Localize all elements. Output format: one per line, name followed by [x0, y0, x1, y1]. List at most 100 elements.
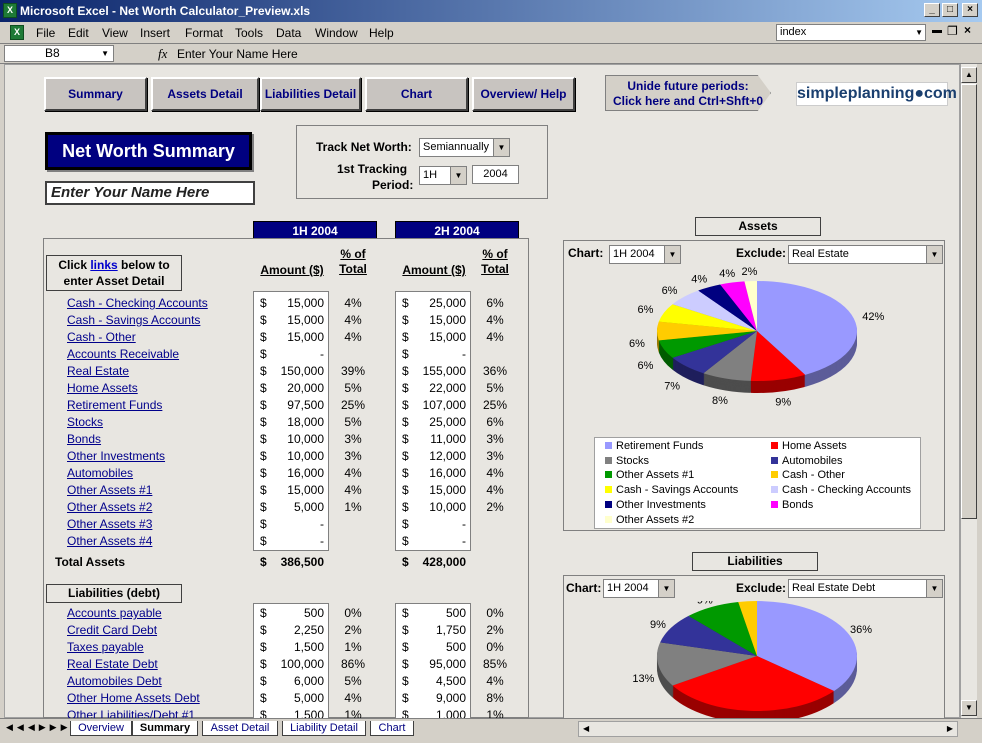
amount-1: 20,000: [287, 381, 324, 395]
dollar-sign: $: [260, 517, 267, 531]
row-label-link[interactable]: Real Estate: [67, 364, 129, 378]
legend-label: Stocks: [616, 454, 650, 467]
nav-assets-detail-button[interactable]: Assets Detail: [151, 77, 259, 111]
formula-input[interactable]: Enter Your Name Here: [177, 47, 298, 61]
pct-2: 0%: [486, 640, 504, 654]
row-label-link[interactable]: Other Investments: [67, 449, 165, 463]
name-input[interactable]: Enter Your Name Here: [45, 181, 255, 205]
track-frequency-select[interactable]: Semiannually ▼: [419, 138, 510, 157]
help-question-input[interactable]: index ▼: [776, 24, 926, 41]
scroll-down-button[interactable]: ▼: [961, 700, 977, 716]
workbook-icon[interactable]: X: [10, 25, 24, 40]
nav-liabilities-detail-button[interactable]: Liabilities Detail: [260, 77, 361, 111]
horizontal-scrollbar[interactable]: ◀ ▶: [578, 721, 958, 737]
tab-chart[interactable]: Chart: [370, 721, 414, 736]
pct-2: 85%: [482, 657, 508, 671]
chevron-down-icon[interactable]: ▼: [664, 246, 680, 263]
pct-2: 5%: [486, 381, 504, 395]
chevron-down-icon[interactable]: ▼: [926, 246, 942, 263]
row-label-link[interactable]: Other Assets #1: [67, 483, 152, 497]
name-box[interactable]: B8 ▼: [4, 45, 114, 62]
row-label-link[interactable]: Other Assets #3: [67, 517, 152, 531]
tab-overview[interactable]: Overview: [70, 721, 132, 736]
menu-edit[interactable]: Edit: [68, 26, 89, 40]
dollar-sign: $: [260, 364, 267, 378]
scroll-thumb[interactable]: [961, 84, 977, 519]
nav-summary-button[interactable]: Summary: [44, 77, 147, 111]
amount-1: 15,000: [287, 296, 324, 310]
row-label-link[interactable]: Accounts payable: [67, 606, 162, 620]
row-label-link[interactable]: Cash - Checking Accounts: [67, 296, 208, 310]
doc-minimize-button[interactable]: ▬: [932, 25, 942, 36]
first-period-value: 1H: [423, 169, 438, 181]
maximize-button[interactable]: □: [942, 3, 958, 17]
assets-chart-period-select[interactable]: 1H 2004 ▼: [609, 245, 681, 264]
row-label-link[interactable]: Cash - Other: [67, 330, 136, 344]
doc-restore-button[interactable]: ❐: [947, 24, 958, 38]
pct-1: 5%: [344, 415, 362, 429]
tab-summary[interactable]: Summary: [132, 721, 198, 736]
first-period-select[interactable]: 1H ▼: [419, 166, 467, 185]
chevron-down-icon[interactable]: ▼: [658, 580, 674, 597]
vertical-scrollbar[interactable]: ▲ ▼: [960, 64, 977, 718]
function-icon[interactable]: fx: [158, 46, 167, 62]
row-label-link[interactable]: Retirement Funds: [67, 398, 162, 412]
row-label-link[interactable]: Other Assets #4: [67, 534, 152, 548]
dollar-sign: $: [402, 674, 409, 688]
menu-format[interactable]: Format: [185, 26, 223, 40]
menu-help[interactable]: Help: [369, 26, 394, 40]
scroll-up-button[interactable]: ▲: [961, 67, 977, 83]
liab-exclude-select[interactable]: Real Estate Debt ▼: [788, 579, 943, 598]
unhide-periods-button[interactable]: Unide future periods: Click here and Ctr…: [605, 75, 771, 111]
doc-close-button[interactable]: ×: [964, 23, 971, 37]
chevron-down-icon[interactable]: ▼: [926, 580, 942, 597]
close-button[interactable]: ×: [962, 3, 978, 17]
menu-window[interactable]: Window: [315, 26, 358, 40]
scroll-left-icon[interactable]: ◀: [583, 724, 589, 733]
chevron-down-icon[interactable]: ▼: [450, 167, 466, 184]
assets-exclude-select[interactable]: Real Estate ▼: [788, 245, 943, 264]
dollar-sign: $: [402, 500, 409, 514]
row-label-link[interactable]: Credit Card Debt: [67, 623, 157, 637]
simpleplanning-logo[interactable]: simpleplanning●com: [796, 82, 957, 106]
pie-data-label: 8%: [712, 395, 728, 407]
tab-scroll-buttons[interactable]: ◀◀◀▶▶▶: [6, 722, 72, 733]
row-label-link[interactable]: Bonds: [67, 432, 101, 446]
menu-insert[interactable]: Insert: [140, 26, 170, 40]
menu-data[interactable]: Data: [276, 26, 301, 40]
amount-1: 15,000: [287, 483, 324, 497]
row-label-link[interactable]: Automobiles: [67, 466, 133, 480]
row-label-link[interactable]: Other Assets #2: [67, 500, 152, 514]
liabilities-pie-chart: 36%13%9%9%3%: [632, 601, 872, 719]
row-label-link[interactable]: Home Assets: [67, 381, 138, 395]
first-year-input[interactable]: 2004: [472, 165, 519, 184]
note-link[interactable]: links: [90, 258, 117, 272]
chevron-down-icon[interactable]: ▼: [493, 139, 509, 156]
nav-overview-help-button[interactable]: Overview/ Help: [472, 77, 575, 111]
menu-tools[interactable]: Tools: [235, 26, 263, 40]
chevron-down-icon[interactable]: ▼: [915, 25, 923, 40]
row-label-link[interactable]: Accounts Receivable: [67, 347, 179, 361]
row-label-link[interactable]: Cash - Savings Accounts: [67, 313, 200, 327]
pct-2: 2%: [486, 500, 504, 514]
chevron-down-icon[interactable]: ▼: [101, 46, 109, 61]
minimize-button[interactable]: _: [924, 3, 940, 17]
row-label-link[interactable]: Other Home Assets Debt: [67, 691, 200, 705]
pct-1: 4%: [344, 691, 362, 705]
row-label-link[interactable]: Automobiles Debt: [67, 674, 162, 688]
liab-chart-period-select[interactable]: 1H 2004 ▼: [603, 579, 675, 598]
tab-asset-detail[interactable]: Asset Detail: [202, 721, 278, 736]
pct-2: 0%: [486, 606, 504, 620]
row-label-link[interactable]: Taxes payable: [67, 640, 144, 654]
tab-liability-detail[interactable]: Liability Detail: [282, 721, 366, 736]
amount-2: 25,000: [429, 415, 466, 429]
menu-view[interactable]: View: [102, 26, 128, 40]
dollar-sign: $: [402, 296, 409, 310]
menu-file[interactable]: File: [36, 26, 55, 40]
nav-chart-button[interactable]: Chart: [365, 77, 468, 111]
row-label-link[interactable]: Real Estate Debt: [67, 657, 158, 671]
amount-2: 12,000: [429, 449, 466, 463]
row-label-link[interactable]: Stocks: [67, 415, 103, 429]
amount-1: 10,000: [287, 432, 324, 446]
scroll-right-icon[interactable]: ▶: [947, 724, 953, 733]
